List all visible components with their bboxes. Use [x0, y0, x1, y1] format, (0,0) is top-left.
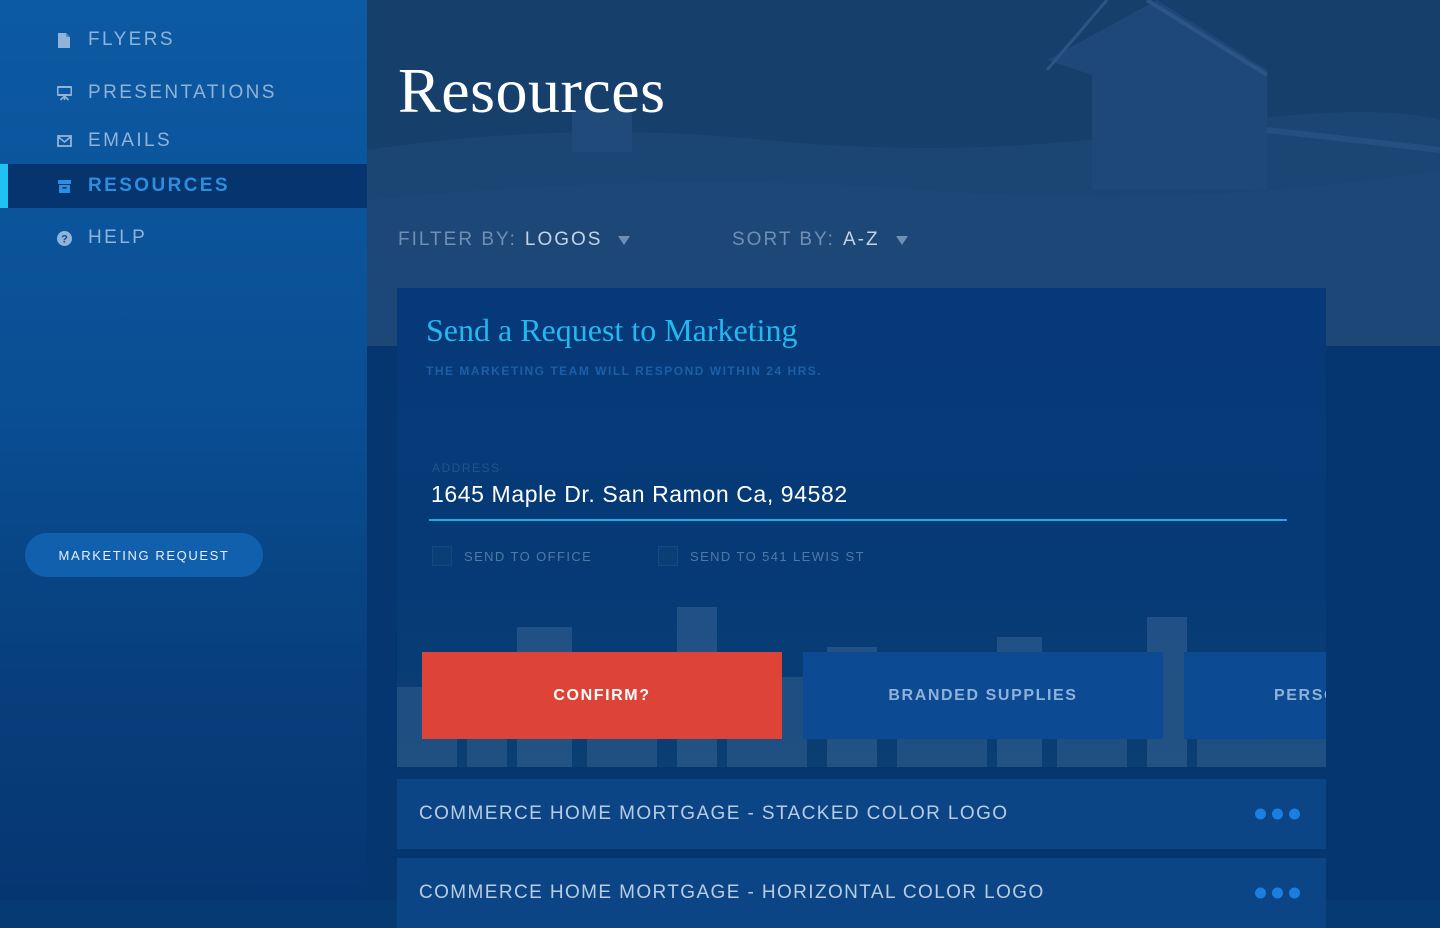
send-to-address-checkbox[interactable]: SEND TO 541 LEWIS ST	[658, 546, 865, 566]
sort-dropdown[interactable]: SORT BY: A-Z	[732, 229, 908, 251]
sidebar-item-label: PRESENTATIONS	[88, 82, 277, 103]
resource-name: COMMERCE HOME MORTGAGE - HORIZONTAL COLO…	[419, 882, 1045, 903]
resource-name: COMMERCE HOME MORTGAGE - STACKED COLOR L…	[419, 803, 1009, 824]
archive-box-icon	[56, 178, 72, 194]
checkbox-box[interactable]	[432, 546, 452, 566]
caret-down-icon	[618, 235, 631, 245]
request-card: Send a Request to Marketing THE MARKETIN…	[397, 288, 1326, 767]
sidebar-item-flyers[interactable]: FLYERS	[0, 18, 367, 62]
checkbox-label: SEND TO 541 LEWIS ST	[690, 548, 865, 564]
branded-supplies-tile[interactable]: BRANDED SUPPLIES	[803, 652, 1163, 739]
address-input[interactable]	[429, 477, 1287, 521]
page-title: Resources	[398, 55, 666, 126]
filter-value: LOGOS	[524, 229, 603, 250]
confirm-button[interactable]: CONFIRM?	[422, 652, 782, 739]
resource-row[interactable]: COMMERCE HOME MORTGAGE - STACKED COLOR L…	[397, 779, 1326, 849]
document-icon	[56, 32, 72, 48]
sort-value: A-Z	[842, 229, 880, 250]
personal-tile[interactable]: PERSO	[1184, 652, 1326, 739]
sidebar-item-label: RESOURCES	[88, 175, 230, 196]
sidebar: FLYERS PRESENTATIONS EMAILS RESOURCES ? …	[0, 0, 367, 900]
svg-text:?: ?	[61, 233, 68, 245]
sidebar-item-label: EMAILS	[88, 130, 173, 151]
sidebar-item-presentations[interactable]: PRESENTATIONS	[0, 71, 367, 115]
envelope-icon	[56, 133, 72, 149]
card-title: Send a Request to Marketing	[426, 312, 798, 348]
address-label: ADDRESS	[432, 461, 501, 475]
sidebar-item-help[interactable]: ? HELP	[0, 216, 367, 260]
resource-row[interactable]: COMMERCE HOME MORTGAGE - HORIZONTAL COLO…	[397, 858, 1326, 928]
sort-label: SORT BY:	[732, 229, 835, 250]
checkbox-label: SEND TO OFFICE	[464, 548, 593, 564]
sidebar-item-emails[interactable]: EMAILS	[0, 119, 367, 163]
caret-down-icon	[895, 235, 908, 245]
filter-label: FILTER BY:	[398, 229, 517, 250]
card-subtitle: THE MARKETING TEAM WILL RESPOND WITHIN 2…	[426, 364, 823, 378]
sidebar-item-resources[interactable]: RESOURCES	[0, 164, 367, 208]
sidebar-item-label: FLYERS	[88, 29, 175, 50]
more-options-icon[interactable]	[1255, 887, 1300, 899]
question-circle-icon: ?	[56, 230, 72, 246]
more-options-icon[interactable]	[1255, 808, 1300, 820]
checkbox-box[interactable]	[658, 546, 678, 566]
send-to-office-checkbox[interactable]: SEND TO OFFICE	[432, 546, 592, 566]
presentation-board-icon	[56, 85, 72, 101]
sidebar-item-label: HELP	[88, 227, 148, 248]
filter-dropdown[interactable]: FILTER BY: LOGOS	[398, 229, 631, 251]
marketing-request-button[interactable]: MARKETING REQUEST	[25, 533, 263, 577]
